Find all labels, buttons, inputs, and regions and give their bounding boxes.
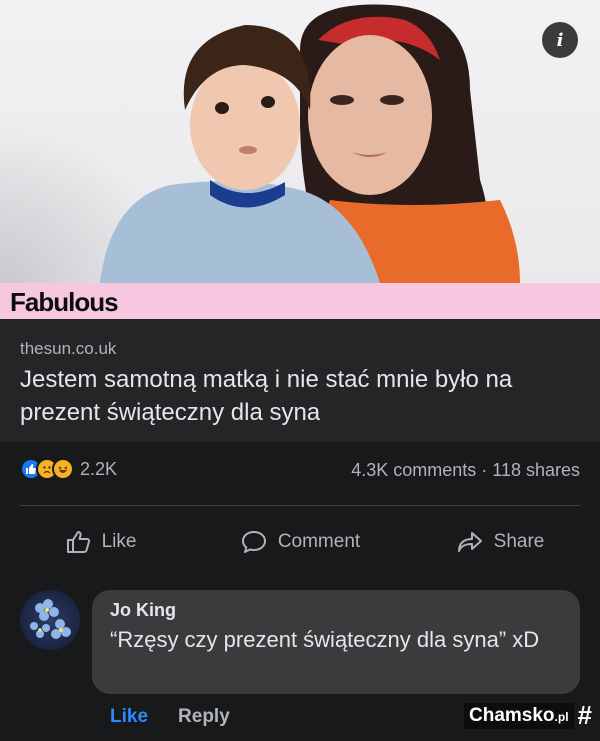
watermark: Chamsko.pl #: [464, 700, 592, 731]
comment-icon: [241, 531, 266, 553]
avatar[interactable]: [20, 590, 80, 650]
comment-reply-button[interactable]: Reply: [178, 706, 230, 728]
brand-bar: Fabulous: [0, 283, 600, 319]
link-domain: thesun.co.uk: [20, 339, 117, 358]
post-image[interactable]: i: [0, 0, 600, 283]
share-icon: [457, 532, 482, 552]
hash-icon: #: [577, 700, 592, 730]
comment-text: “Rzęsy czy prezent świąteczny dla syna” …: [110, 627, 540, 652]
flowers-avatar-image: [30, 599, 71, 639]
post-stats: 2.2K 4.3K comments · 118 shares: [0, 442, 600, 502]
watermark-logo: Chamsko.pl: [464, 702, 574, 729]
share-label: Share: [493, 531, 545, 552]
info-icon[interactable]: i: [542, 22, 578, 58]
haha-icon: [52, 458, 74, 480]
brand-name: Fabulous: [10, 287, 119, 317]
like-label: Like: [101, 531, 137, 552]
reactions-summary[interactable]: 2.2K: [20, 458, 117, 480]
thumbs-up-icon: [66, 531, 90, 553]
comments-shares-count[interactable]: 4.3K comments · 118 shares: [351, 460, 580, 481]
comment-like-button[interactable]: Like: [110, 706, 148, 728]
link-preview[interactable]: thesun.co.uk Jestem samotną matką i nie …: [0, 319, 600, 442]
comment-label: Comment: [277, 531, 361, 552]
comment-bubble[interactable]: Jo King “Rzęsy czy prezent świąteczny dl…: [92, 590, 580, 694]
post-actions: Like Comment Share: [0, 518, 600, 566]
comment-author[interactable]: Jo King: [110, 600, 562, 621]
divider: [20, 505, 580, 506]
comment-actions: Like Reply: [110, 706, 230, 728]
comment: Jo King “Rzęsy czy prezent świąteczny dl…: [20, 590, 580, 700]
comment-button[interactable]: Comment: [200, 518, 400, 566]
like-button[interactable]: Like: [0, 518, 200, 566]
reaction-count: 2.2K: [80, 458, 118, 479]
share-button[interactable]: Share: [400, 518, 600, 566]
photo-illustration: [100, 4, 520, 283]
link-headline[interactable]: Jestem samotną matką i nie stać mnie był…: [20, 363, 580, 429]
